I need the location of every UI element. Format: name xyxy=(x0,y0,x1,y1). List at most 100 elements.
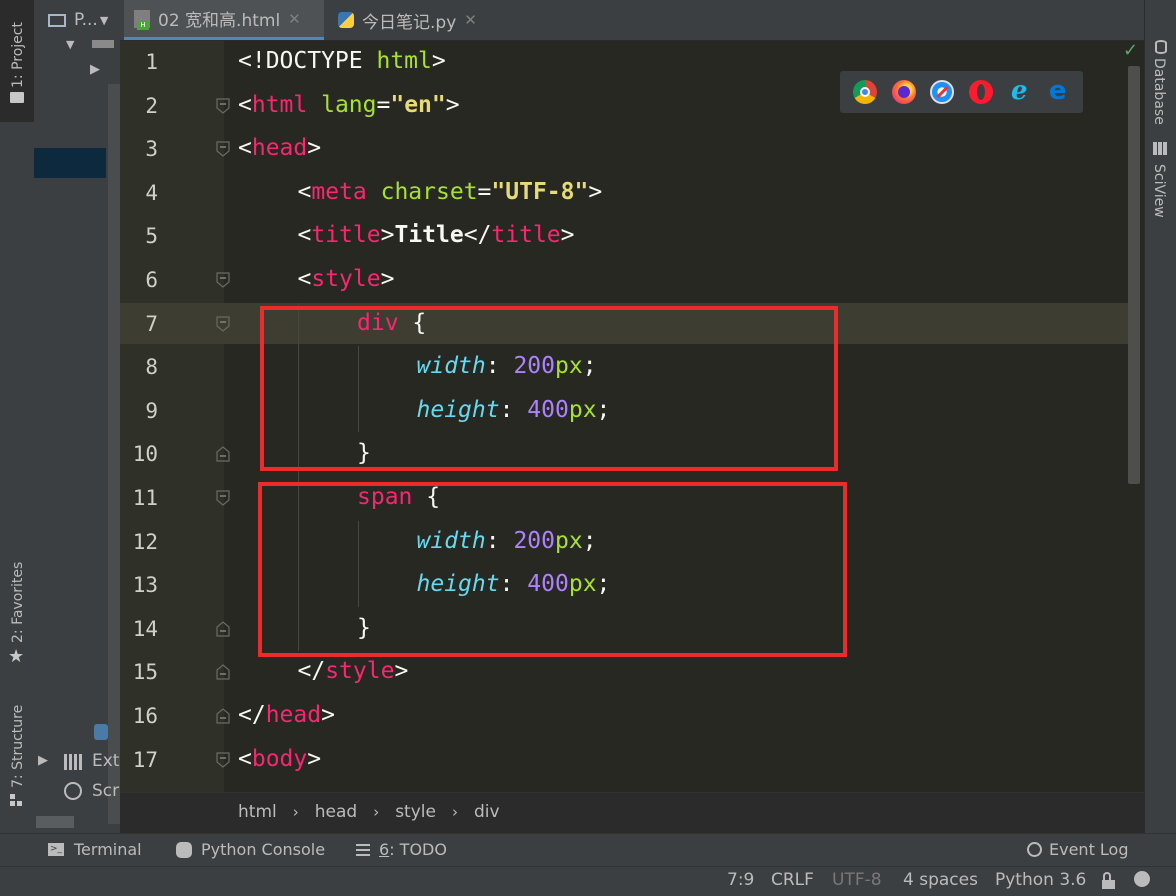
tree-arrow-right-icon[interactable]: ▶ xyxy=(38,753,48,768)
tab-python-file[interactable]: 今日笔记.py ✕ xyxy=(336,0,477,40)
code-token: > xyxy=(394,658,409,685)
tree-item-external[interactable]: Ext xyxy=(92,751,119,771)
line-number: 9 xyxy=(145,398,158,423)
database-tool-button[interactable]: Database xyxy=(1145,34,1176,125)
code-token: > xyxy=(588,178,603,205)
edge-icon[interactable]: e xyxy=(1046,78,1070,104)
project-panel-header[interactable]: P... ▼ xyxy=(34,0,120,40)
breadcrumb-head[interactable]: head xyxy=(315,802,357,822)
ie-icon[interactable]: e xyxy=(1007,78,1031,104)
database-tool-label: Database xyxy=(1151,58,1167,125)
code-token: < xyxy=(297,266,312,292)
chevron-right-icon: › xyxy=(292,803,299,821)
todo-tool-button[interactable]: 6: TODO xyxy=(356,840,447,859)
code-token: > xyxy=(445,91,460,118)
list-icon xyxy=(356,843,370,856)
fold-collapse-icon[interactable] xyxy=(216,97,230,114)
line-number: 10 xyxy=(132,442,158,467)
indent-setting[interactable]: 4 spaces xyxy=(903,870,978,890)
breadcrumb-style[interactable]: style xyxy=(395,802,436,822)
breadcrumb-html[interactable]: html xyxy=(238,802,277,822)
close-icon[interactable]: ✕ xyxy=(288,10,301,28)
lock-icon[interactable] xyxy=(1102,872,1115,894)
code-token: = xyxy=(376,91,391,118)
sciview-tool-button[interactable]: SciView xyxy=(1145,140,1176,230)
tab-html-file[interactable]: H 02 宽和高.html ✕ xyxy=(124,0,324,40)
code-line[interactable]: 6 <style> xyxy=(120,259,1130,303)
panel-scrollbar[interactable] xyxy=(108,84,120,824)
tree-folder-icon xyxy=(92,40,114,48)
tab-label: 02 宽和高.html xyxy=(158,11,281,31)
tree-arrow-down-icon[interactable]: ▼ xyxy=(66,38,74,51)
line-number: 13 xyxy=(132,573,158,598)
terminal-label: Terminal xyxy=(74,840,142,859)
tree-item-scratches[interactable]: Scr xyxy=(92,781,119,801)
fold-collapse-icon[interactable] xyxy=(216,751,230,768)
editor-scrollbar[interactable] xyxy=(1128,66,1140,484)
panel-h-scrollbar[interactable] xyxy=(36,816,74,828)
file-encoding[interactable]: UTF-8 xyxy=(832,870,882,890)
opera-icon[interactable] xyxy=(968,80,993,104)
line-number: 15 xyxy=(132,660,158,685)
python-interpreter[interactable]: Python 3.6 xyxy=(995,870,1086,890)
favorites-tool-label: 2: Favorites xyxy=(10,561,26,643)
code-line[interactable]: 16 </head> xyxy=(120,695,1130,739)
code-token: > xyxy=(321,702,335,728)
fold-collapse-icon[interactable] xyxy=(216,490,230,506)
highlight-box-div-rule xyxy=(260,306,838,471)
structure-tool-label: 7: Structure xyxy=(10,704,26,788)
code-token: > xyxy=(560,222,575,249)
close-icon[interactable]: ✕ xyxy=(464,11,477,29)
code-token: < xyxy=(238,135,252,162)
browser-preview-bar: e e xyxy=(840,71,1083,113)
code-editor[interactable]: 1 <!DOCTYPE html> 2 <html lang="en"> 3 <head>… xyxy=(120,41,1144,792)
code-line[interactable]: 15 </style> xyxy=(120,651,1130,695)
fold-collapse-icon[interactable] xyxy=(216,141,230,157)
project-panel: P... ▼ ▼ ▶ ▶ Ext Scr xyxy=(34,0,120,835)
breadcrumb: html › head › style › div xyxy=(120,792,1144,831)
chevron-down-icon[interactable]: ▼ xyxy=(100,14,108,27)
line-number: 5 xyxy=(145,224,158,249)
breadcrumb-div[interactable]: div xyxy=(474,802,500,822)
fold-end-icon[interactable] xyxy=(216,621,230,637)
code-line[interactable]: 4 <meta charset="UTF-8"> xyxy=(120,172,1130,216)
safari-icon[interactable] xyxy=(930,80,955,104)
star-icon: ★ xyxy=(8,646,25,667)
code-token: title xyxy=(311,222,381,249)
firefox-icon[interactable] xyxy=(891,80,916,104)
structure-tool-button[interactable]: 7: Structure xyxy=(0,690,34,815)
code-line[interactable]: 3 <head> xyxy=(120,128,1130,172)
inspector-icon[interactable] xyxy=(1134,871,1150,892)
code-token: html xyxy=(251,91,308,118)
favorites-tool-button[interactable]: 2: Favorites ★ xyxy=(0,545,34,675)
project-tool-button[interactable]: 1: Project xyxy=(0,0,34,122)
python-console-tool-button[interactable]: Python Console xyxy=(176,840,325,859)
project-view-icon xyxy=(48,13,66,27)
code-token: </ xyxy=(297,658,326,685)
code-text: </head> xyxy=(238,702,335,728)
code-text: <head> xyxy=(238,135,321,161)
code-line[interactable]: 5 <title>Title</title> xyxy=(120,215,1130,259)
code-token: head xyxy=(265,702,322,728)
terminal-tool-button[interactable]: >_ Terminal xyxy=(48,840,142,859)
caret-position[interactable]: 7:9 xyxy=(727,870,754,890)
database-icon xyxy=(1155,40,1167,54)
code-token: = xyxy=(477,178,492,205)
tree-arrow-right-icon[interactable]: ▶ xyxy=(90,62,100,77)
fold-collapse-icon[interactable] xyxy=(216,315,230,332)
fold-end-icon[interactable] xyxy=(216,446,230,462)
python-file-icon xyxy=(94,724,108,740)
inspection-ok-icon[interactable]: ✓ xyxy=(1123,40,1138,61)
chrome-icon[interactable] xyxy=(853,80,878,104)
fold-end-icon[interactable] xyxy=(216,664,230,680)
tree-selected-row[interactable] xyxy=(34,148,106,178)
todo-number: 6 xyxy=(379,840,390,859)
event-log-tool-button[interactable]: Event Log xyxy=(1027,840,1129,859)
status-bar: 7:9 CRLF UTF-8 4 spaces Python 3.6 xyxy=(0,866,1176,896)
code-token: < xyxy=(238,91,252,118)
fold-end-icon[interactable] xyxy=(216,708,230,724)
code-line[interactable]: 17 <body> xyxy=(120,739,1130,783)
fold-collapse-icon[interactable] xyxy=(216,272,230,288)
highlight-box-span-rule xyxy=(258,482,847,657)
line-separator[interactable]: CRLF xyxy=(771,870,814,890)
